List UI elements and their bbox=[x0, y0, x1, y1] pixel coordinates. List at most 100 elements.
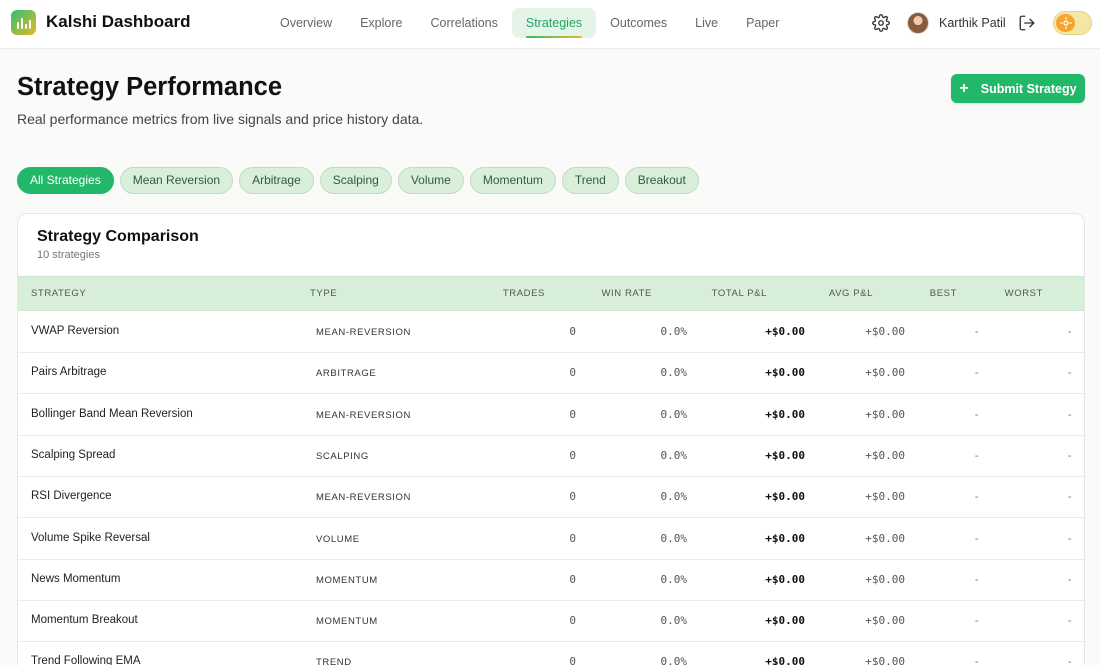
filter-chip-momentum[interactable]: Momentum bbox=[469, 167, 556, 194]
strategy-name: RSI Divergence bbox=[31, 490, 112, 503]
best-value: - bbox=[973, 655, 980, 665]
trades-value: 0 bbox=[569, 407, 576, 421]
strategy-name: Pairs Arbitrage bbox=[31, 366, 107, 379]
table-row[interactable]: Scalping Spread SCALPING 0 0.0% +$0.00 +$0.00… bbox=[18, 436, 1084, 477]
total-pnl-value: +$0.00 bbox=[765, 366, 805, 380]
trades-value: 0 bbox=[569, 325, 576, 338]
win-rate-value: 0.0% bbox=[660, 325, 688, 338]
table-row[interactable]: News Momentum MOMENTUM 0 0.0% +$0.00 +$0.00 - - bbox=[18, 560, 1084, 601]
win-rate-value: 0.0% bbox=[660, 531, 688, 545]
filter-chip-all-strategies[interactable]: All Strategies bbox=[17, 167, 114, 194]
column-header-type[interactable]: TYPE bbox=[310, 288, 337, 299]
strategy-name: Trend Following EMA bbox=[31, 655, 141, 665]
strategy-name: Momentum Breakout bbox=[31, 614, 138, 627]
total-pnl-value: +$0.00 bbox=[765, 325, 805, 338]
table-row[interactable]: Pairs Arbitrage ARBITRAGE 0 0.0% +$0.00 +$0.0… bbox=[18, 353, 1084, 395]
plus-icon: + bbox=[959, 79, 969, 97]
column-header-strategy[interactable]: STRATEGY bbox=[31, 288, 86, 299]
trades-value: 0 bbox=[569, 448, 576, 462]
avg-pnl-value: +$0.00 bbox=[865, 407, 905, 421]
avg-pnl-value: +$0.00 bbox=[865, 531, 905, 545]
nav-tab-strategies[interactable]: Strategies bbox=[511, 8, 597, 38]
nav-tab-outcomes[interactable]: Outcomes bbox=[596, 8, 681, 38]
column-header-trades[interactable]: TRADES bbox=[503, 288, 545, 299]
table-row[interactable]: Volume Spike Reversal VOLUME 0 0.0% +$0.00 +$… bbox=[18, 519, 1084, 560]
column-header-total-pnl[interactable]: TOTAL P&L bbox=[712, 288, 767, 299]
total-pnl-value: +$0.00 bbox=[765, 572, 805, 586]
worst-value: - bbox=[1066, 325, 1073, 338]
top-nav-bar: Kalshi Dashboard Overview Explore Correlat… bbox=[0, 0, 1100, 49]
strategy-type: TREND bbox=[316, 657, 352, 665]
best-value: - bbox=[973, 325, 980, 338]
main-nav: Overview Explore Correlations Strategies Out… bbox=[266, 8, 793, 38]
strategy-name: Scalping Spread bbox=[31, 448, 116, 461]
total-pnl-value: +$0.00 bbox=[765, 407, 805, 421]
card-title: Strategy Comparison bbox=[37, 228, 199, 245]
avg-pnl-value: +$0.00 bbox=[865, 366, 905, 380]
submit-strategy-label: Submit Strategy bbox=[980, 81, 1077, 96]
worst-value: - bbox=[1066, 655, 1073, 665]
total-pnl-value: +$0.00 bbox=[765, 655, 805, 665]
total-pnl-value: +$0.00 bbox=[765, 448, 805, 462]
filter-chip-arbitrage[interactable]: Arbitrage bbox=[239, 167, 314, 194]
avg-pnl-value: +$0.00 bbox=[865, 325, 905, 338]
nav-tab-live[interactable]: Live bbox=[681, 8, 732, 38]
strategy-name: Bollinger Band Mean Reversion bbox=[31, 407, 193, 420]
strategy-filter-chips: All Strategies Mean Reversion Arbitrage Sca… bbox=[17, 167, 699, 194]
gear-icon[interactable] bbox=[872, 14, 890, 32]
strategy-name: VWAP Reversion bbox=[31, 325, 120, 337]
strategy-name: Volume Spike Reversal bbox=[31, 531, 150, 544]
submit-strategy-button[interactable]: + Submit Strategy bbox=[951, 74, 1085, 103]
table-header: STRATEGY TYPE TRADES WIN RATE TOTAL P&L … bbox=[18, 276, 1084, 311]
page-subtitle: Real performance metrics from live signa… bbox=[17, 111, 424, 127]
filter-chip-breakout[interactable]: Breakout bbox=[624, 167, 699, 194]
strategy-type: MEAN-REVERSION bbox=[316, 409, 411, 421]
best-value: - bbox=[973, 448, 980, 462]
best-value: - bbox=[973, 407, 980, 421]
filter-chip-scalping[interactable]: Scalping bbox=[319, 167, 392, 194]
column-header-win-rate[interactable]: WIN RATE bbox=[601, 288, 652, 299]
table-row[interactable]: VWAP Reversion MEAN-REVERSION 0 0.0% +$0.00 +… bbox=[18, 312, 1084, 353]
worst-value: - bbox=[1066, 366, 1073, 380]
win-rate-value: 0.0% bbox=[660, 655, 688, 665]
worst-value: - bbox=[1066, 614, 1073, 628]
nav-tab-overview[interactable]: Overview bbox=[266, 8, 346, 38]
trades-value: 0 bbox=[569, 655, 576, 665]
user-name[interactable]: Karthik Patil bbox=[939, 16, 1006, 30]
bar-chart-logo-icon[interactable] bbox=[11, 10, 36, 35]
strategy-type: ARBITRAGE bbox=[316, 368, 377, 380]
worst-value: - bbox=[1066, 490, 1073, 504]
best-value: - bbox=[973, 490, 980, 504]
total-pnl-value: +$0.00 bbox=[765, 490, 805, 504]
table-row[interactable]: Bollinger Band Mean Reversion MEAN-REVERS… bbox=[18, 395, 1084, 436]
win-rate-value: 0.0% bbox=[660, 407, 688, 421]
strategy-type: SCALPING bbox=[316, 450, 369, 462]
avatar[interactable] bbox=[907, 12, 929, 34]
trades-value: 0 bbox=[569, 614, 576, 628]
trades-value: 0 bbox=[569, 366, 576, 380]
best-value: - bbox=[973, 614, 980, 628]
nav-tab-explore[interactable]: Explore bbox=[346, 8, 416, 38]
filter-chip-volume[interactable]: Volume bbox=[397, 167, 464, 194]
nav-tab-paper[interactable]: Paper bbox=[732, 8, 793, 38]
column-header-avg-pnl[interactable]: AVG P&L bbox=[829, 288, 873, 299]
table-row[interactable]: Trend Following EMA TREND 0 0.0% +$0.00 +$0.0… bbox=[18, 642, 1084, 665]
filter-chip-mean-reversion[interactable]: Mean Reversion bbox=[119, 167, 234, 194]
avg-pnl-value: +$0.00 bbox=[865, 614, 905, 628]
theme-toggle[interactable] bbox=[1053, 11, 1092, 35]
table-row[interactable]: Momentum Breakout MOMENTUM 0 0.0% +$0.00 +$0.… bbox=[18, 601, 1084, 643]
app-title[interactable]: Kalshi Dashboard bbox=[46, 12, 191, 32]
win-rate-value: 0.0% bbox=[660, 572, 688, 586]
filter-chip-trend[interactable]: Trend bbox=[561, 167, 619, 194]
avg-pnl-value: +$0.00 bbox=[865, 448, 905, 462]
nav-tab-correlations[interactable]: Correlations bbox=[416, 8, 511, 38]
column-header-worst[interactable]: WORST bbox=[1005, 288, 1043, 299]
win-rate-value: 0.0% bbox=[660, 366, 688, 380]
logout-icon[interactable] bbox=[1018, 14, 1036, 32]
trades-value: 0 bbox=[569, 531, 576, 545]
column-header-best[interactable]: BEST bbox=[930, 288, 957, 299]
best-value: - bbox=[973, 572, 980, 586]
trades-value: 0 bbox=[569, 490, 576, 504]
table-row[interactable]: RSI Divergence MEAN-REVERSION 0 0.0% +$0.00 +… bbox=[18, 477, 1084, 519]
strategy-type: MEAN-REVERSION bbox=[316, 327, 411, 338]
